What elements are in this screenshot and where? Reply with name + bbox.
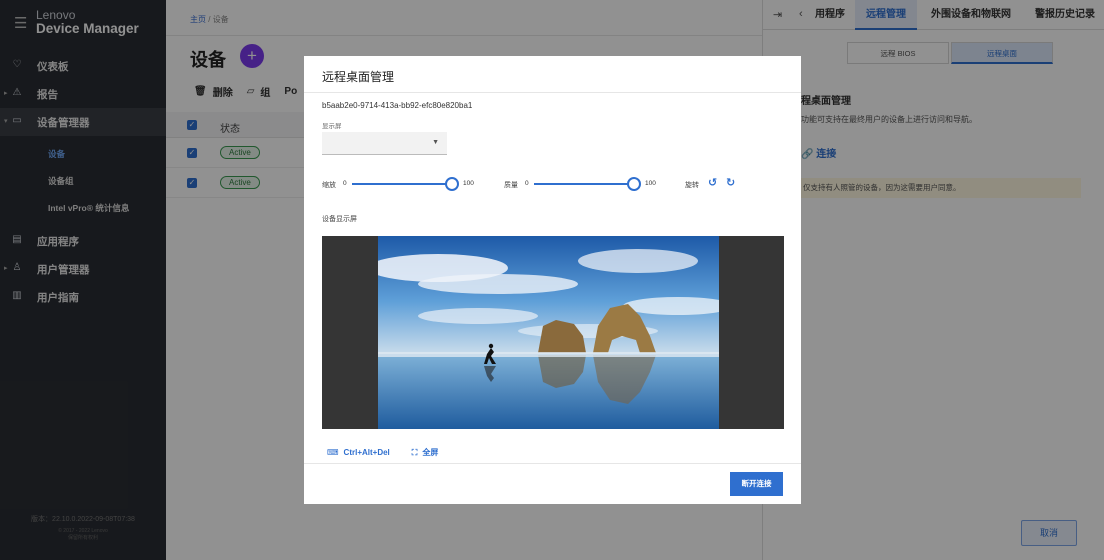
quality-min: 0: [525, 180, 529, 187]
zoom-max: 100: [463, 180, 474, 187]
quality-slider-thumb[interactable]: [627, 177, 641, 191]
divider: [304, 92, 801, 93]
display-select[interactable]: ▼: [322, 132, 447, 155]
disconnect-button[interactable]: 断开连接: [730, 472, 783, 496]
zoom-label: 缩放: [322, 182, 336, 189]
device-screen-label: 设备显示屏: [322, 216, 357, 223]
fullscreen-icon: ⛶: [411, 447, 418, 457]
chevron-down-icon: ▼: [432, 139, 439, 146]
ctrl-alt-del-button[interactable]: ⌨ Ctrl+Alt+Del: [327, 448, 390, 457]
display-label: 显示屏: [322, 123, 342, 130]
keyboard-icon: ⌨: [327, 448, 339, 457]
device-id: b5aab2e0-9714-413a-bb92-efc80e820ba1: [322, 101, 473, 110]
rotate-left-icon[interactable]: ↺: [708, 176, 717, 189]
remote-desktop-wallpaper: [378, 236, 719, 429]
rotate-label: 旋转: [685, 182, 699, 189]
quality-slider-track[interactable]: [534, 183, 632, 185]
zoom-slider-thumb[interactable]: [445, 177, 459, 191]
zoom-slider-track[interactable]: [352, 183, 450, 185]
remote-toolbar: ⌨ Ctrl+Alt+Del ⛶ 全屏: [327, 447, 438, 458]
remote-desktop-modal: 远程桌面管理 b5aab2e0-9714-413a-bb92-efc80e820…: [304, 56, 801, 504]
zoom-min: 0: [343, 180, 347, 187]
modal-title: 远程桌面管理: [322, 70, 395, 84]
fullscreen-button[interactable]: ⛶ 全屏: [412, 447, 439, 458]
remote-screen[interactable]: [322, 236, 784, 429]
rotate-right-icon[interactable]: ↻: [726, 176, 735, 189]
quality-label: 质量: [504, 182, 518, 189]
quality-max: 100: [645, 180, 656, 187]
divider: [304, 463, 801, 464]
